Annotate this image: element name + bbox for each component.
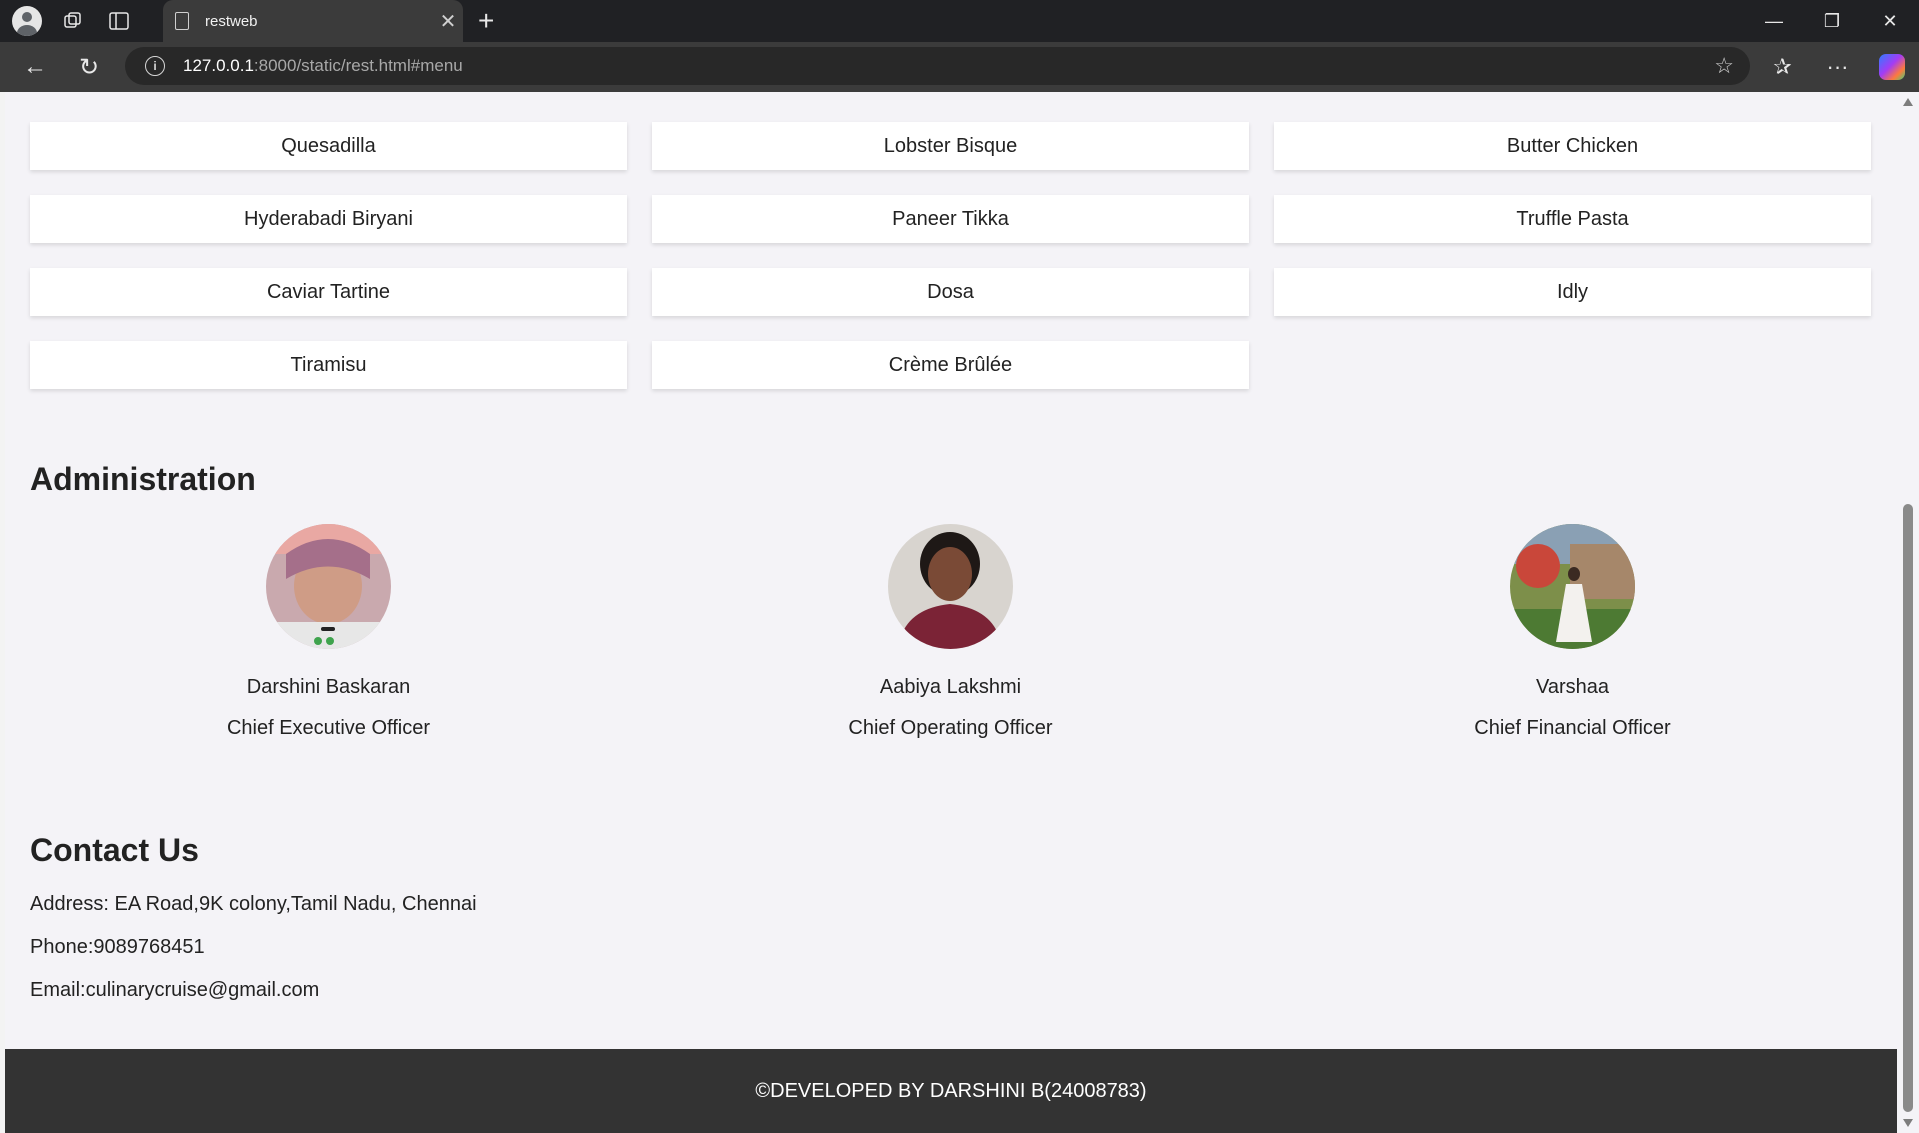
menu-item[interactable]: Paneer Tikka — [652, 195, 1249, 243]
close-window-icon[interactable]: ✕ — [1861, 0, 1919, 42]
menu-item[interactable]: Truffle Pasta — [1274, 195, 1871, 243]
profile-avatar-icon — [12, 6, 42, 36]
menu-item[interactable]: Quesadilla — [30, 122, 627, 170]
url-path: :8000/static/rest.html#menu — [253, 56, 463, 75]
page-icon — [175, 12, 189, 30]
team-member-card: Varshaa Chief Financial Officer — [1274, 524, 1871, 740]
member-role: Chief Financial Officer — [1474, 717, 1671, 739]
favorites-icon[interactable]: ✰ — [1755, 54, 1810, 80]
menu-item[interactable]: Dosa — [652, 268, 1249, 316]
member-name: Varshaa — [1535, 676, 1609, 698]
contact-address: Address: EA Road,9K colony,Tamil Nadu, C… — [30, 893, 477, 915]
back-icon[interactable]: ← — [12, 44, 58, 90]
member-name: Darshini Baskaran — [246, 676, 411, 698]
member-role: Chief Executive Officer — [226, 717, 431, 739]
address-bar[interactable]: i 127.0.0.1:8000/static/rest.html#menu ☆ — [125, 47, 1750, 85]
menu-item[interactable]: Hyderabadi Biryani — [30, 195, 627, 243]
scrollbar-thumb[interactable] — [1903, 504, 1913, 1112]
close-tab-icon[interactable]: ✕ — [433, 9, 463, 34]
team-member-card: Darshini Baskaran Chief Executive Office… — [30, 524, 627, 740]
administration-heading: Administration — [30, 461, 256, 497]
member-role: Chief Operating Officer — [848, 717, 1053, 739]
minimize-icon[interactable]: — — [1745, 0, 1803, 42]
avatar — [1510, 524, 1635, 649]
contact-heading: Contact Us — [30, 832, 199, 868]
new-tab-icon[interactable]: + — [478, 6, 494, 36]
avatar — [888, 524, 1013, 649]
menu-item[interactable]: Caviar Tartine — [30, 268, 627, 316]
menu-item[interactable]: Butter Chicken — [1274, 122, 1871, 170]
workspaces-icon[interactable] — [52, 0, 94, 42]
menu-grid: Quesadilla Lobster Bisque Butter Chicken… — [30, 122, 1875, 389]
menu-item[interactable]: Idly — [1274, 268, 1871, 316]
scroll-up-arrow-icon[interactable] — [1903, 98, 1913, 106]
copilot-icon[interactable] — [1879, 54, 1905, 80]
more-options-icon[interactable]: ··· — [1810, 54, 1865, 80]
menu-item[interactable]: Tiramisu — [30, 341, 627, 389]
scroll-down-arrow-icon[interactable] — [1903, 1119, 1913, 1127]
tab-actions-icon[interactable] — [98, 0, 140, 42]
menu-item[interactable]: Lobster Bisque — [652, 122, 1249, 170]
restore-icon[interactable]: ❐ — [1803, 0, 1861, 42]
site-info-icon[interactable]: i — [145, 56, 165, 76]
tab-title: restweb — [205, 12, 258, 30]
team-member-card: Aabiya Lakshmi Chief Operating Officer — [652, 524, 1249, 740]
page-footer: ©DEVELOPED BY DARSHINI B(24008783) — [5, 1049, 1897, 1133]
administration-team: Darshini Baskaran Chief Executive Office… — [30, 524, 1875, 740]
reload-icon[interactable]: ↻ — [66, 44, 112, 90]
vertical-scrollbar[interactable] — [1897, 92, 1919, 1133]
toolbar-right: ✰ ··· — [1755, 42, 1919, 92]
window-controls: — ❐ ✕ — [1745, 0, 1919, 42]
browser-tab[interactable]: restweb ✕ — [163, 0, 463, 42]
avatar — [266, 524, 391, 649]
browser-navbar: ← ↻ i 127.0.0.1:8000/static/rest.html#me… — [0, 42, 1919, 92]
profile-button[interactable] — [0, 0, 42, 42]
menu-item[interactable]: Crème Brûlée — [652, 341, 1249, 389]
page-viewport: Quesadilla Lobster Bisque Butter Chicken… — [5, 92, 1897, 1133]
member-name: Aabiya Lakshmi — [879, 676, 1022, 698]
footer-text: ©DEVELOPED BY DARSHINI B(24008783) — [755, 1079, 1147, 1102]
contact-email: Email:culinarycruise@gmail.com — [30, 979, 320, 1001]
url-host: 127.0.0.1 — [183, 56, 254, 75]
contact-phone: Phone:9089768451 — [30, 936, 205, 958]
favorite-star-icon[interactable]: ☆ — [1714, 53, 1734, 79]
browser-titlebar: restweb ✕ + — ❐ ✕ — [0, 0, 1919, 42]
